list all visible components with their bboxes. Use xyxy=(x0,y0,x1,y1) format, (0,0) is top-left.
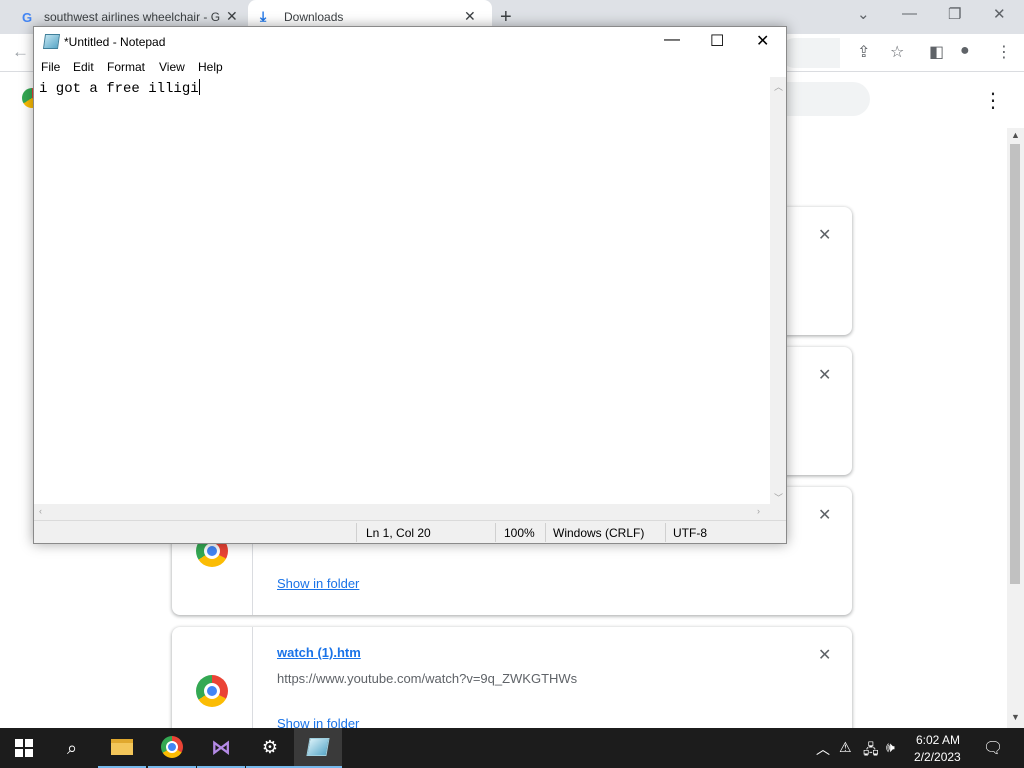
gear-icon: ⚙ xyxy=(261,736,279,757)
menu-edit[interactable]: Edit xyxy=(73,60,94,74)
status-divider xyxy=(545,523,546,542)
tab-title: Downloads xyxy=(284,10,344,24)
download-icon: ⤓ xyxy=(260,8,267,24)
editor-content: i got a free illigi xyxy=(39,81,199,97)
resize-grip[interactable] xyxy=(770,504,786,520)
security-icon[interactable]: ⚠ xyxy=(839,739,852,756)
chrome-icon xyxy=(196,675,228,707)
windows-icon xyxy=(15,739,33,757)
scroll-down-icon[interactable]: ﹀ xyxy=(774,491,783,504)
status-divider xyxy=(665,523,666,542)
minimize-icon[interactable]: — xyxy=(902,5,917,22)
notepad-button[interactable] xyxy=(294,728,342,768)
search-button[interactable]: ⌕ xyxy=(48,728,96,768)
share-icon[interactable]: ⇪ xyxy=(857,42,870,62)
search-icon: ⌕ xyxy=(66,737,78,758)
chrome-icon xyxy=(161,736,183,758)
star-icon[interactable]: ☆ xyxy=(890,42,904,62)
line-ending: Windows (CRLF) xyxy=(553,526,645,540)
volume-icon[interactable]: 🕪 xyxy=(886,739,895,756)
settings-button[interactable]: ⚙ xyxy=(246,728,294,768)
show-in-folder-link[interactable]: Show in folder xyxy=(277,576,359,591)
notepad-icon xyxy=(42,34,61,49)
visual-studio-button[interactable]: ⋈ xyxy=(197,728,245,768)
scroll-down-icon[interactable]: ▼ xyxy=(1011,712,1020,722)
window-title: *Untitled - Notepad xyxy=(64,35,166,49)
network-icon[interactable]: 🖧 xyxy=(863,739,879,763)
text-caret xyxy=(198,79,200,95)
close-icon[interactable]: ✕ xyxy=(818,225,831,245)
notepad-window: *Untitled - Notepad — ☐ ✕ File Edit Form… xyxy=(33,26,787,544)
clock-date[interactable]: 2/2/2023 xyxy=(914,750,961,764)
back-arrow-icon[interactable]: ← xyxy=(12,42,29,62)
card-divider xyxy=(252,627,253,737)
notification-icon[interactable]: 🗨 xyxy=(983,738,1003,758)
clock-time[interactable]: 6:02 AM xyxy=(916,733,960,747)
tab-title: southwest airlines wheelchair - G xyxy=(44,10,221,24)
restore-icon[interactable]: ❐ xyxy=(948,5,961,23)
menu-view[interactable]: View xyxy=(159,60,185,74)
visual-studio-icon: ⋈ xyxy=(211,736,231,759)
start-button[interactable] xyxy=(0,728,48,768)
close-icon[interactable]: ✕ xyxy=(226,8,238,25)
minimize-icon[interactable]: — xyxy=(664,31,680,49)
notepad-icon xyxy=(306,738,330,756)
zoom-level: 100% xyxy=(504,526,535,540)
address-bar[interactable] xyxy=(780,38,840,68)
file-explorer-button[interactable] xyxy=(98,728,146,768)
title-bar[interactable]: *Untitled - Notepad — ☐ ✕ xyxy=(34,27,786,57)
download-filename-link[interactable]: watch (1).htm xyxy=(277,645,361,660)
editor-text: i got a free illigi xyxy=(39,79,200,97)
taskbar: ⌕ ⋈ ⚙ ︿ ⚠ 🖧 🕪 6:02 AM 2/2/2023 🗨 xyxy=(0,728,1024,768)
menu-bar: File Edit Format View Help xyxy=(34,57,786,77)
close-window-icon[interactable]: ✕ xyxy=(993,5,1006,23)
profile-icon[interactable]: ● xyxy=(960,42,970,60)
status-divider xyxy=(495,523,496,542)
more-options-icon[interactable]: ⋮ xyxy=(983,88,1003,113)
menu-help[interactable]: Help xyxy=(198,60,223,74)
chevron-down-icon[interactable]: ⌄ xyxy=(857,5,870,23)
download-card: ✕ watch (1).htm https://www.youtube.com/… xyxy=(172,627,852,737)
horizontal-scrollbar[interactable]: ‹ › xyxy=(34,504,770,520)
close-icon[interactable]: ✕ xyxy=(818,365,831,385)
close-icon[interactable]: ✕ xyxy=(756,31,769,51)
scroll-up-icon[interactable]: ︿ xyxy=(774,80,783,93)
text-editor[interactable]: i got a free illigi xyxy=(34,77,770,504)
status-bar: Ln 1, Col 20 100% Windows (CRLF) UTF-8 xyxy=(34,520,786,543)
chrome-button[interactable] xyxy=(148,728,196,768)
vertical-scrollbar[interactable]: ︿ ﹀ xyxy=(770,77,786,504)
download-url: https://www.youtube.com/watch?v=9q_ZWKGT… xyxy=(277,671,578,686)
side-panel-icon[interactable]: ◧ xyxy=(929,42,944,62)
scroll-up-icon[interactable]: ▲ xyxy=(1011,130,1020,140)
scroll-thumb[interactable] xyxy=(1010,144,1020,584)
cursor-position: Ln 1, Col 20 xyxy=(366,526,431,540)
chevron-up-icon[interactable]: ︿ xyxy=(816,739,830,759)
google-icon: G xyxy=(22,10,33,25)
menu-icon[interactable]: ⋮ xyxy=(996,42,1012,62)
scroll-right-icon[interactable]: › xyxy=(757,506,760,516)
menu-file[interactable]: File xyxy=(41,60,60,74)
folder-icon xyxy=(111,739,133,755)
close-icon[interactable]: ✕ xyxy=(818,645,831,665)
close-icon[interactable]: ✕ xyxy=(818,505,831,525)
status-divider xyxy=(356,523,357,542)
page-scrollbar[interactable]: ▲ ▼ xyxy=(1007,128,1024,728)
menu-format[interactable]: Format xyxy=(107,60,145,74)
encoding: UTF-8 xyxy=(673,526,707,540)
scroll-left-icon[interactable]: ‹ xyxy=(39,506,42,516)
maximize-icon[interactable]: ☐ xyxy=(710,31,724,51)
close-icon[interactable]: ✕ xyxy=(464,8,476,25)
